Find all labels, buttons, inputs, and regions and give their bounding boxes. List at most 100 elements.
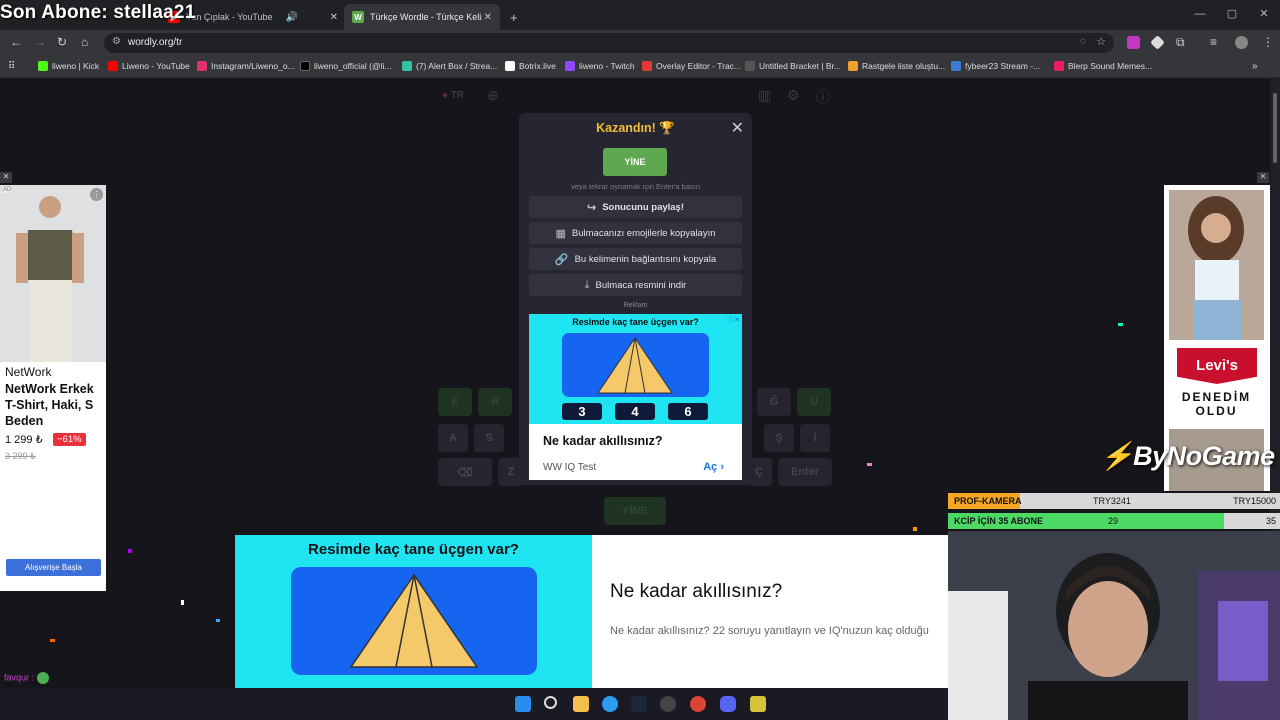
speaker-icon[interactable]: 🔊 bbox=[286, 12, 298, 23]
eye-off-icon[interactable]: ◌ bbox=[1080, 36, 1086, 47]
key[interactable]: Ğ bbox=[757, 388, 791, 416]
url-text: wordly.org/tr bbox=[128, 37, 183, 48]
maximize-icon[interactable]: ▢ bbox=[1216, 0, 1248, 30]
tiktok-icon bbox=[300, 61, 310, 71]
answer-option[interactable]: 6 bbox=[668, 403, 708, 420]
tab-search-icon[interactable]: ≡ bbox=[1210, 35, 1217, 49]
avatar[interactable] bbox=[1235, 36, 1248, 49]
key[interactable]: İ bbox=[800, 424, 830, 452]
scrollbar-thumb[interactable] bbox=[1273, 93, 1277, 163]
goal-label: PROF-KAMERA bbox=[954, 496, 1022, 506]
youtube-icon bbox=[108, 61, 118, 71]
chrome-icon[interactable] bbox=[690, 696, 706, 712]
tab-wordle[interactable]: W Türkçe Wordle - Türkçe Kelime ✕ bbox=[344, 4, 500, 30]
play-again-button[interactable]: YİNE bbox=[603, 148, 667, 176]
settings-icon[interactable]: ⚙ bbox=[787, 87, 800, 104]
reload-icon[interactable]: ↻ bbox=[57, 35, 67, 49]
botrix-icon bbox=[505, 61, 515, 71]
confetti bbox=[181, 600, 184, 605]
bottom-banner-ad[interactable]: Resimde kaç tane üçgen var? Ne kadar akı… bbox=[235, 535, 948, 688]
windows-start-icon[interactable] bbox=[515, 696, 531, 712]
old-price: 3 299 ₺ bbox=[5, 451, 36, 461]
share-result-button[interactable]: ↪ Sonucunu paylaş! bbox=[529, 196, 742, 218]
close-window-icon[interactable]: ✕ bbox=[1248, 0, 1280, 30]
more-icon[interactable]: ⋮ bbox=[90, 188, 103, 201]
ad-question: Resimde kaç tane üçgen var? bbox=[308, 541, 519, 558]
home-icon[interactable]: ⌂ bbox=[81, 35, 88, 49]
bookmark[interactable]: Untitled Bracket | Br... bbox=[745, 61, 841, 71]
bookmarks-bar: ⠿ liweno | Kick Liweno - YouTube Instagr… bbox=[0, 56, 1280, 78]
minimize-icon[interactable]: — bbox=[1184, 0, 1216, 30]
backspace-key[interactable]: ⌫ bbox=[438, 458, 492, 486]
back-icon[interactable]: ← bbox=[10, 35, 22, 49]
close-tab-icon[interactable]: ✕ bbox=[484, 12, 492, 23]
file-explorer-icon[interactable] bbox=[573, 696, 589, 712]
bookmark[interactable]: Instagram/Liweno_o... bbox=[197, 61, 295, 71]
menu-icon[interactable]: ⋮ bbox=[1262, 35, 1274, 49]
answer-option[interactable]: 4 bbox=[615, 403, 655, 420]
apps-icon[interactable]: ⠿ bbox=[8, 61, 15, 72]
copy-emoji-button[interactable]: ▦ Bulmacanızı emojilerle kopyalayın bbox=[529, 222, 742, 244]
key[interactable]: S bbox=[474, 424, 504, 452]
left-side-ad[interactable]: AD ⋮ NetWork NetWork Erkek T-Shirt, Haki… bbox=[0, 185, 106, 591]
discord-icon[interactable] bbox=[720, 696, 736, 712]
close-ad-icon[interactable]: ✕ bbox=[0, 172, 12, 183]
bookmark[interactable]: Rastgele liste oluştu... bbox=[848, 61, 945, 71]
answer-option[interactable]: 3 bbox=[562, 403, 602, 420]
bookmark[interactable]: (7) Alert Box / Strea... bbox=[402, 61, 497, 71]
win-dialog: Kazandın! 🏆 ✕ YİNE veya tekrar oynamak i… bbox=[519, 113, 752, 485]
search-icon[interactable] bbox=[544, 696, 557, 709]
key[interactable]: A bbox=[438, 424, 468, 452]
address-bar[interactable]: ⚙ wordly.org/tr ◌ ☆ bbox=[104, 33, 1114, 53]
goal-current: TRY3241 bbox=[1093, 496, 1131, 506]
new-tab-button[interactable]: + bbox=[502, 4, 522, 30]
polo-shirt-model-icon bbox=[16, 196, 84, 362]
obs-icon[interactable] bbox=[660, 696, 676, 712]
more-bookmarks-icon[interactable]: » bbox=[1252, 61, 1258, 72]
add-icon[interactable]: ⊕ bbox=[487, 87, 499, 104]
bookmark[interactable]: liweno | Kick bbox=[38, 61, 99, 71]
key[interactable]: E bbox=[438, 388, 472, 416]
key[interactable]: Ü bbox=[797, 388, 831, 416]
adchoices-icon[interactable]: ⓘ✕ bbox=[727, 315, 740, 325]
edge-icon[interactable] bbox=[602, 696, 618, 712]
bookmark[interactable]: Blerp Sound Memes... bbox=[1054, 61, 1152, 71]
steam-icon[interactable] bbox=[631, 696, 647, 712]
link-icon: 🔗 bbox=[554, 253, 569, 266]
again-button-background: YİNE bbox=[604, 497, 666, 525]
bookmark[interactable]: Liweno - YouTube bbox=[108, 61, 190, 71]
help-icon[interactable]: ⓘ bbox=[816, 87, 830, 107]
brand-name: NetWork bbox=[5, 365, 52, 379]
download-image-button[interactable]: ⤓ Bulmaca resmini indir bbox=[529, 274, 742, 296]
app-icon[interactable] bbox=[750, 696, 766, 712]
dialog-ad[interactable]: Resimde kaç tane üçgen var? 3 4 6 ⓘ✕ Ne … bbox=[529, 314, 742, 480]
copy-link-button[interactable]: 🔗 Bu kelimenin bağlantısını kopyala bbox=[529, 248, 742, 270]
stats-icon[interactable]: ▥ bbox=[758, 87, 771, 104]
bookmark[interactable]: Botrix.live bbox=[505, 61, 556, 71]
key[interactable]: Ş bbox=[764, 424, 794, 452]
bookmark[interactable]: Overlay Editor - Trac... bbox=[642, 61, 741, 71]
ad-tagline: DENEDİM OLDU bbox=[1181, 390, 1252, 418]
bolt-icon: ⚡ bbox=[1100, 441, 1134, 471]
shop-now-button[interactable]: Alışverişe Başla bbox=[6, 559, 101, 576]
close-tab-icon[interactable]: ✕ bbox=[330, 12, 338, 23]
forward-icon[interactable]: → bbox=[34, 35, 46, 49]
goal-row: KCİP İÇİN 35 ABONE 29 35 bbox=[948, 513, 1280, 529]
close-icon[interactable]: ✕ bbox=[731, 118, 744, 138]
bookmark[interactable]: fybeer23 Stream -... bbox=[951, 61, 1040, 71]
key[interactable]: R bbox=[478, 388, 512, 416]
enter-key[interactable]: Enter bbox=[778, 458, 832, 486]
language-selector[interactable]: ● TR bbox=[442, 90, 464, 101]
tab-label: Türkçe Wordle - Türkçe Kelime bbox=[370, 12, 482, 22]
extension-icon[interactable] bbox=[1150, 35, 1165, 50]
extension-icon[interactable] bbox=[1127, 36, 1140, 49]
bookmark[interactable]: liweno - Twitch bbox=[565, 61, 635, 71]
bookmark[interactable]: liweno_official (@li... bbox=[300, 61, 391, 71]
ad-description: Ne kadar akıllısınız? 22 soruyu yanıtlay… bbox=[610, 625, 929, 637]
site-info-icon[interactable]: ⚙ bbox=[112, 36, 121, 47]
ad-open-button[interactable]: Aç › bbox=[703, 461, 724, 473]
twitch-icon bbox=[565, 61, 575, 71]
bookmark-star-icon[interactable]: ☆ bbox=[1096, 35, 1106, 48]
close-ad-icon[interactable]: ✕ bbox=[1257, 172, 1269, 183]
puzzle-icon[interactable]: ⧉ bbox=[1176, 35, 1185, 50]
